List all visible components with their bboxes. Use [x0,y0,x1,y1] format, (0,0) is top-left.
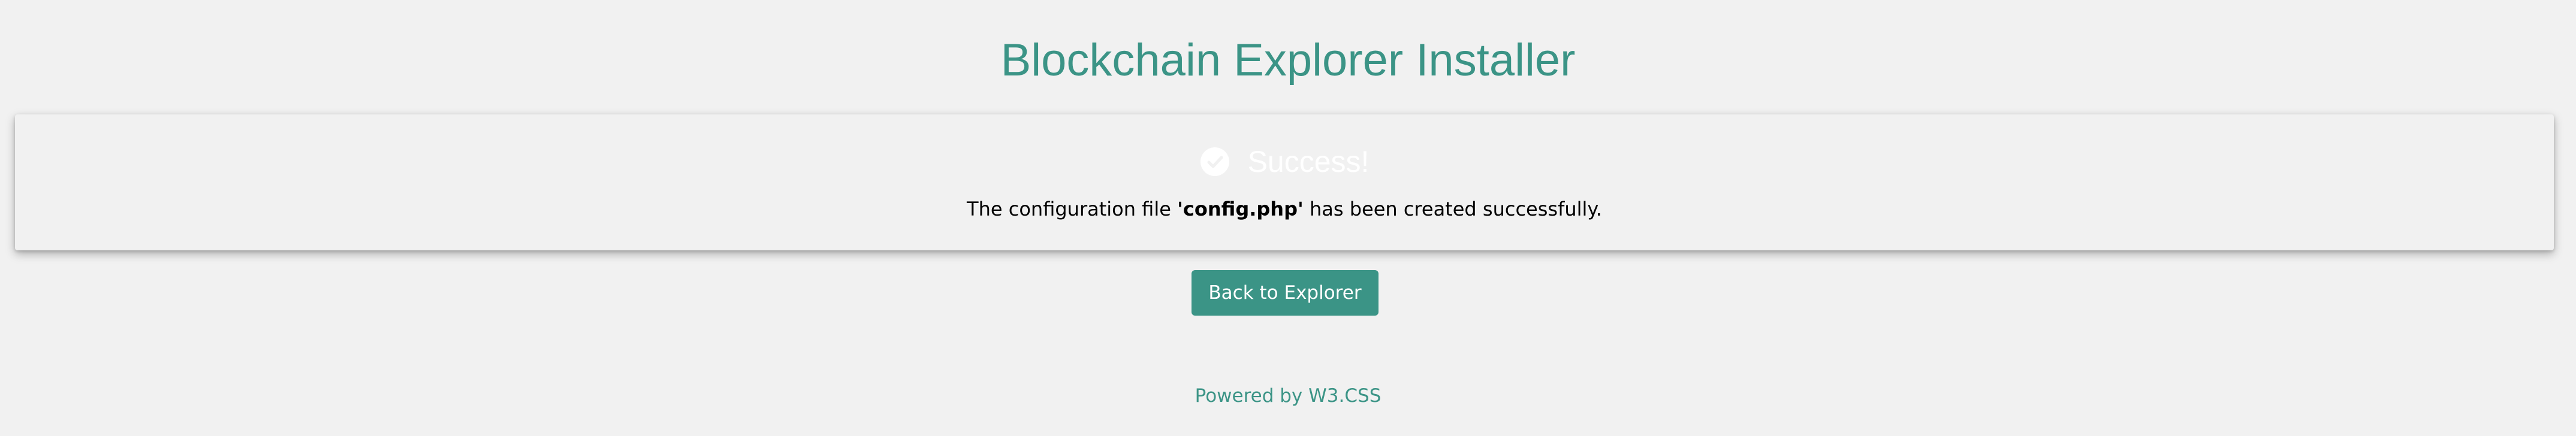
installer-page: Blockchain Explorer Installer Success! T… [0,0,2576,436]
message-suffix: has been created successfully. [1303,198,1602,220]
success-panel: Success! The configuration file 'config.… [15,114,2554,250]
check-circle-icon [1200,147,1230,177]
success-message: The configuration file 'config.php' has … [15,197,2554,221]
config-file-name: 'config.php' [1177,198,1304,220]
success-header: Success! [15,140,2554,184]
powered-by-link[interactable]: Powered by W3.CSS [0,384,2576,408]
message-prefix: The configuration file [967,198,1178,220]
back-to-explorer-button[interactable]: Back to Explorer [1192,270,1379,316]
page-title: Blockchain Explorer Installer [1000,35,1576,86]
success-title: Success! [1247,145,1370,178]
